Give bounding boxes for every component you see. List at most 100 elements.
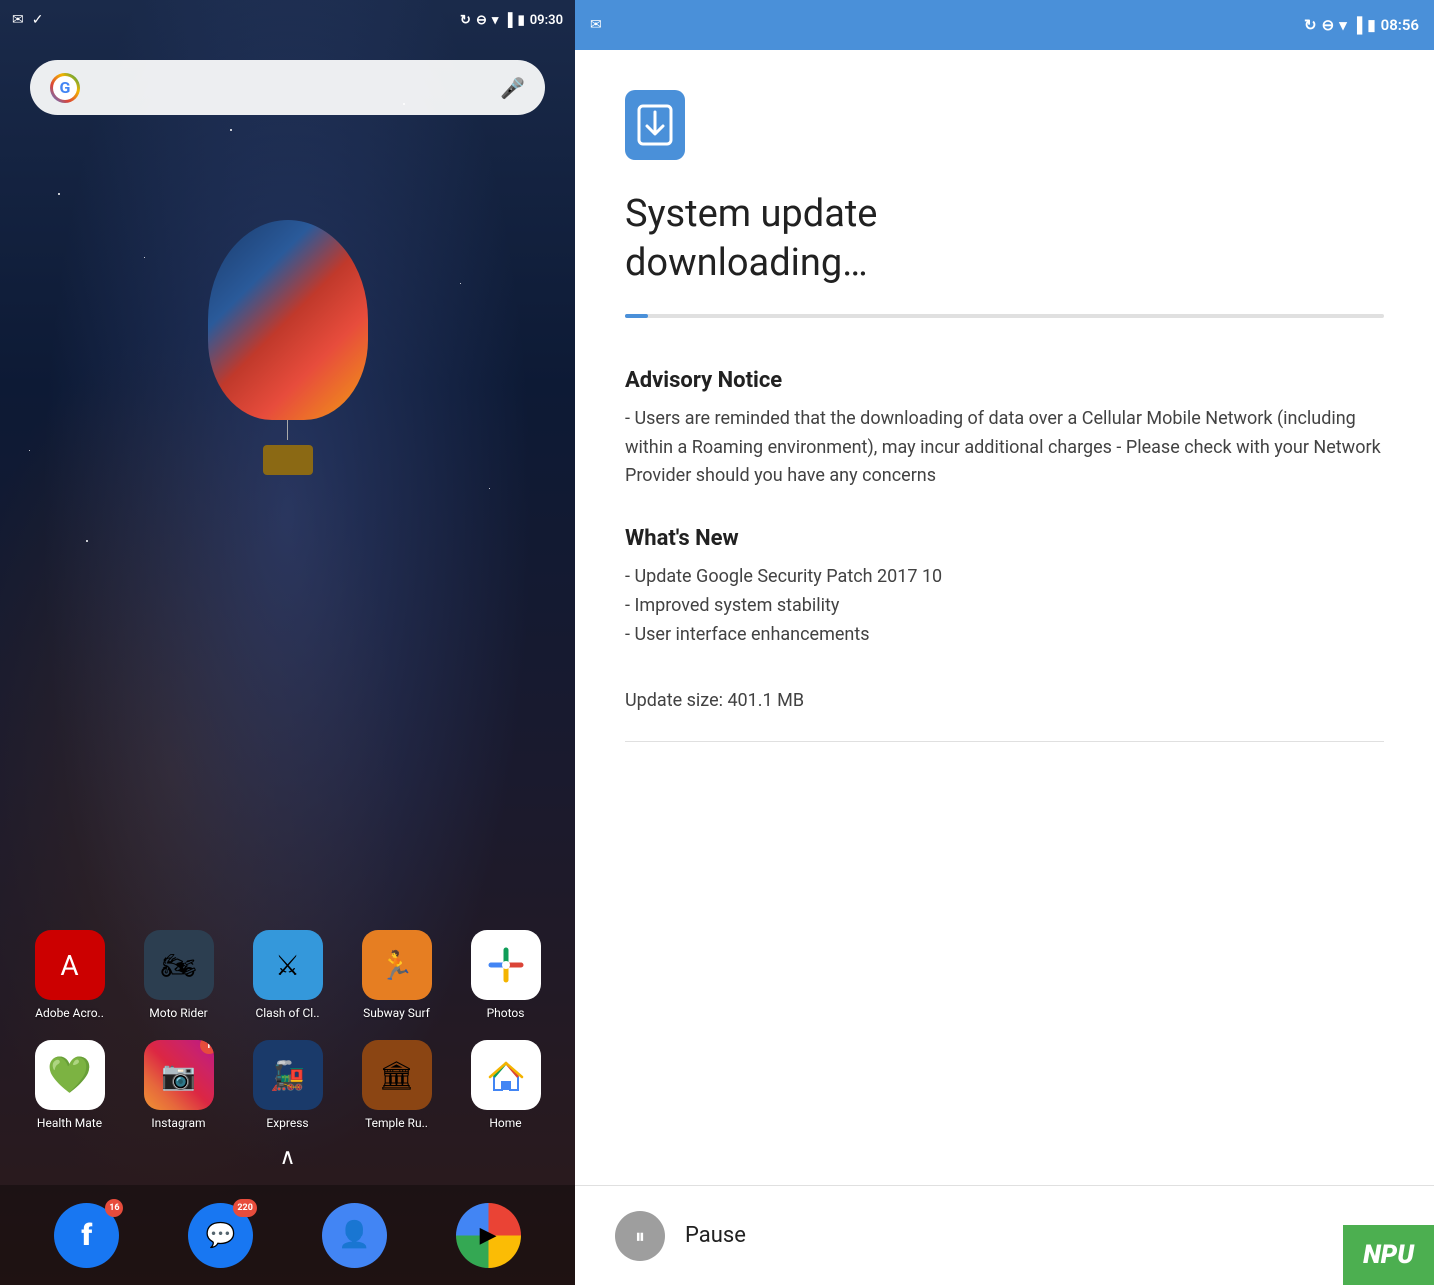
- app-grid-row2: 💚 Health Mate 📷 1 Instagram 🚂 Express: [0, 1030, 575, 1140]
- wifi-icon: ▾: [492, 13, 499, 28]
- whats-new-title: What's New: [625, 526, 1384, 551]
- app-item-instagram[interactable]: 📷 1 Instagram: [129, 1040, 228, 1130]
- whats-new-item-3: - User interface enhancements: [625, 621, 1384, 650]
- app-label-express: Express: [266, 1116, 308, 1130]
- instagram-badge: 1: [200, 1040, 214, 1054]
- app-icon-adobe[interactable]: A: [35, 930, 105, 1000]
- app-item-photos[interactable]: Photos: [456, 930, 555, 1020]
- progress-bar-fill: [625, 314, 648, 318]
- subway-emoji: 🏃: [379, 949, 414, 982]
- content-divider: [625, 741, 1384, 742]
- messages-badge: 220: [233, 1199, 257, 1217]
- right-signal-icon: ▐: [1352, 16, 1363, 34]
- chevron-up-icon: ∧: [279, 1145, 295, 1170]
- contacts-icon: 👤: [338, 1220, 370, 1250]
- app-item-subway[interactable]: 🏃 Subway Surf: [347, 930, 446, 1020]
- search-input-spacer[interactable]: [92, 87, 488, 88]
- app-label-adobe: Adobe Acro..: [35, 1006, 104, 1020]
- pause-label: Pause: [685, 1223, 746, 1248]
- app-icon-home[interactable]: [471, 1040, 541, 1110]
- app-drawer-chevron[interactable]: ∧: [0, 1140, 575, 1175]
- app-item-adobe[interactable]: A Adobe Acro..: [20, 930, 119, 1020]
- app-label-home: Home: [489, 1116, 521, 1130]
- pause-button[interactable]: ⏸: [615, 1211, 665, 1261]
- download-icon-box: [625, 90, 685, 160]
- healthmate-emoji: 💚: [47, 1054, 92, 1096]
- home-icon-svg: [486, 1055, 526, 1095]
- update-title: System update downloading…: [625, 190, 1384, 289]
- app-icon-subway[interactable]: 🏃: [362, 930, 432, 1000]
- app-icon-photos[interactable]: [471, 930, 541, 1000]
- app-icon-express[interactable]: 🚂: [253, 1040, 323, 1110]
- app-label-photos: Photos: [487, 1006, 525, 1020]
- messages-icon: 💬: [206, 1221, 236, 1249]
- action-bar: ⏸ Pause NPU: [575, 1185, 1434, 1285]
- adobe-emoji: A: [60, 949, 78, 982]
- search-bar[interactable]: G 🎤: [30, 60, 545, 115]
- app-item-temple[interactable]: 🏛 Temple Ru..: [347, 1040, 446, 1130]
- update-title-text: System update downloading…: [625, 192, 877, 285]
- mail-icon: ✉: [12, 12, 24, 28]
- sync-icon: ↻: [460, 13, 471, 28]
- app-item-healthmate[interactable]: 💚 Health Mate: [20, 1040, 119, 1130]
- right-battery-icon: ▮: [1367, 16, 1375, 34]
- app-item-clash[interactable]: ⚔ Clash of Cl..: [238, 930, 337, 1020]
- app-icon-moto[interactable]: 🏍: [144, 930, 214, 1000]
- right-wifi-icon: ▾: [1339, 16, 1347, 34]
- status-left-icons: ✉ ✓: [12, 12, 43, 28]
- right-dnd-icon: ⊖: [1322, 16, 1335, 34]
- app-icon-instagram[interactable]: 📷 1: [144, 1040, 214, 1110]
- clash-emoji: ⚔: [275, 949, 300, 982]
- instagram-emoji: 📷: [161, 1059, 196, 1092]
- whats-new-item-2: - Improved system stability: [625, 592, 1384, 621]
- dock-messages[interactable]: 💬 220: [188, 1203, 253, 1268]
- app-label-instagram: Instagram: [151, 1116, 205, 1130]
- whats-new-body: - Update Google Security Patch 2017 10 -…: [625, 563, 1384, 649]
- app-icon-temple[interactable]: 🏛: [362, 1040, 432, 1110]
- app-label-subway: Subway Surf: [363, 1006, 430, 1020]
- app-icon-healthmate[interactable]: 💚: [35, 1040, 105, 1110]
- right-mail-icon: ✉: [590, 17, 602, 33]
- time-display: 09:30: [530, 13, 563, 28]
- app-grid-row1: A Adobe Acro.. 🏍 Moto Rider ⚔ Clash of C…: [0, 920, 575, 1030]
- right-status-bar: ✉ ↻ ⊖ ▾ ▐ ▮ 08:56: [575, 0, 1434, 50]
- right-panel: ✉ ↻ ⊖ ▾ ▐ ▮ 08:56 System update download…: [575, 0, 1434, 1285]
- progress-bar-container: [625, 314, 1384, 318]
- app-label-healthmate: Health Mate: [37, 1116, 102, 1130]
- google-logo: G: [50, 73, 80, 103]
- mic-icon[interactable]: 🎤: [500, 76, 525, 100]
- npu-text: NPU: [1363, 1240, 1414, 1270]
- left-panel: ✉ ✓ ↻ ⊖ ▾ ▐ ▮ 09:30 G 🎤 A: [0, 0, 575, 1285]
- app-item-home[interactable]: Home: [456, 1040, 555, 1130]
- dock-contacts[interactable]: 👤: [322, 1203, 387, 1268]
- whats-new-section: What's New - Update Google Security Patc…: [625, 526, 1384, 649]
- app-item-express[interactable]: 🚂 Express: [238, 1040, 337, 1130]
- facebook-badge: 16: [105, 1199, 123, 1217]
- right-status-left: ✉: [590, 17, 602, 33]
- dock-play[interactable]: ▶: [456, 1203, 521, 1268]
- search-bar-container: G 🎤: [0, 40, 575, 135]
- dock-facebook[interactable]: f 16: [54, 1203, 119, 1268]
- temple-emoji: 🏛: [379, 1059, 415, 1092]
- right-sync-icon: ↻: [1304, 16, 1317, 34]
- advisory-section: Advisory Notice - Users are reminded tha…: [625, 368, 1384, 491]
- update-content: System update downloading… Advisory Noti…: [575, 50, 1434, 1185]
- right-status-right: ↻ ⊖ ▾ ▐ ▮ 08:56: [1304, 16, 1419, 34]
- check-icon: ✓: [32, 12, 44, 28]
- left-status-bar: ✉ ✓ ↻ ⊖ ▾ ▐ ▮ 09:30: [0, 0, 575, 40]
- battery-icon: ▮: [518, 13, 525, 28]
- app-item-moto[interactable]: 🏍 Moto Rider: [129, 930, 228, 1020]
- app-label-moto: Moto Rider: [149, 1006, 207, 1020]
- dock: f 16 💬 220 👤 ▶: [0, 1185, 575, 1285]
- update-size: Update size: 401.1 MB: [625, 690, 1384, 711]
- npu-badge: NPU: [1343, 1225, 1434, 1285]
- moto-emoji: 🏍: [161, 949, 197, 982]
- app-label-temple: Temple Ru..: [365, 1116, 428, 1130]
- apps-area: A Adobe Acro.. 🏍 Moto Rider ⚔ Clash of C…: [0, 135, 575, 1185]
- app-icon-clash[interactable]: ⚔: [253, 930, 323, 1000]
- play-store-icon: ▶: [480, 1223, 497, 1248]
- whats-new-item-1: - Update Google Security Patch 2017 10: [625, 563, 1384, 592]
- signal-icon: ▐: [503, 12, 512, 28]
- pause-icon: ⏸: [635, 1224, 645, 1248]
- dnd-icon: ⊖: [476, 13, 487, 28]
